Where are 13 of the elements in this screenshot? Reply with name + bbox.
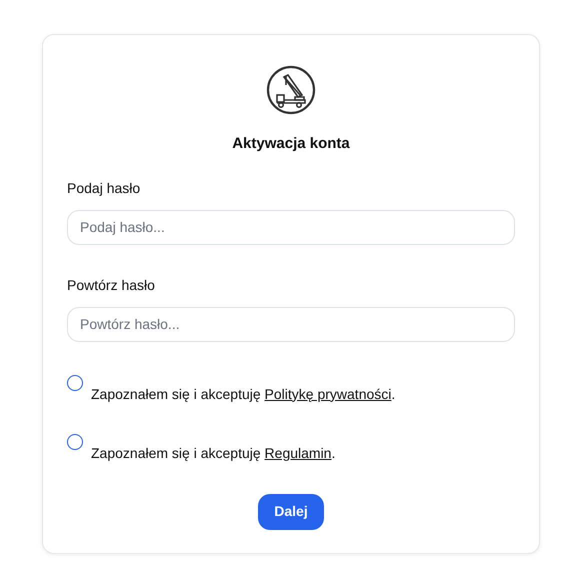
consent-checkbox[interactable] bbox=[67, 434, 83, 450]
password-field[interactable]: Powtórz hasło... bbox=[67, 306, 515, 342]
crane-truck-icon bbox=[266, 65, 316, 115]
consent-checkbox[interactable] bbox=[67, 374, 83, 390]
consent-text: Zapoznałem się i akceptuję Regulamin. bbox=[91, 444, 336, 463]
next-button[interactable]: Dalej bbox=[258, 494, 324, 530]
field-label: Podaj hasło bbox=[67, 178, 142, 198]
field-label: Powtórz hasło bbox=[67, 276, 156, 294]
password-field[interactable]: Podaj hasło... bbox=[67, 210, 515, 244]
page-title: Aktywacja konta bbox=[232, 134, 350, 154]
consent-link[interactable]: Regulamin bbox=[264, 444, 332, 460]
consent-link[interactable]: Politykę prywatności bbox=[264, 386, 392, 402]
consent-text: Zapoznałem się i akceptuję Politykę prywatności. bbox=[91, 384, 396, 404]
